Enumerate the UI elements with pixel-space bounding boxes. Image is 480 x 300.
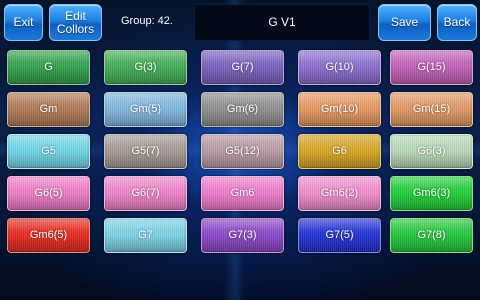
chord-button-label: G(3): [134, 61, 157, 73]
chord-button-label: G7(5): [325, 229, 354, 241]
chord-button[interactable]: Gm(5): [104, 92, 187, 127]
chord-button[interactable]: G6(7): [104, 176, 187, 211]
chord-button[interactable]: G: [7, 50, 90, 85]
chord-button-label: G6(3): [417, 145, 446, 157]
chord-button-label: G(7): [231, 61, 254, 73]
chord-button-label: G7: [138, 229, 153, 241]
chord-button[interactable]: G7(3): [201, 218, 284, 253]
chord-button[interactable]: G6(5): [7, 176, 90, 211]
chord-button-label: G(15): [417, 61, 446, 73]
chord-button-label: G: [44, 61, 53, 73]
chord-button-label: Gm6(3): [412, 187, 451, 199]
chord-button-label: G5: [41, 145, 56, 157]
chord-button[interactable]: Gm6(2): [298, 176, 381, 211]
chord-button[interactable]: G5(7): [104, 134, 187, 169]
chord-button-label: G6(7): [131, 187, 160, 199]
chord-button-grid: G G(3) G(7) G(10) G(15) Gm Gm(5) Gm(6) Gm(10) Gm(…: [0, 0, 480, 300]
chord-button-label: G7(8): [417, 229, 446, 241]
chord-button[interactable]: G7(5): [298, 218, 381, 253]
chord-button-label: G(10): [325, 61, 354, 73]
chord-button[interactable]: G(3): [104, 50, 187, 85]
chord-button[interactable]: Gm(15): [390, 92, 473, 127]
chord-button[interactable]: G7: [104, 218, 187, 253]
chord-button-label: G5(12): [225, 145, 260, 157]
chord-button[interactable]: Gm(10): [298, 92, 381, 127]
chord-button[interactable]: G(7): [201, 50, 284, 85]
chord-button-label: G6: [332, 145, 347, 157]
chord-button[interactable]: G(10): [298, 50, 381, 85]
chord-button-label: Gm(15): [412, 103, 451, 115]
chord-button[interactable]: Gm: [7, 92, 90, 127]
chord-button-label: Gm: [39, 103, 58, 115]
chord-button[interactable]: G5(12): [201, 134, 284, 169]
chord-button[interactable]: Gm6(5): [7, 218, 90, 253]
chord-button-label: Gm6: [230, 187, 255, 199]
chord-button-label: Gm(5): [129, 103, 162, 115]
chord-button-label: Gm6(2): [320, 187, 359, 199]
chord-button-label: G5(7): [131, 145, 160, 157]
chord-button[interactable]: Gm6(3): [390, 176, 473, 211]
chord-button[interactable]: Gm(6): [201, 92, 284, 127]
chord-button[interactable]: G6: [298, 134, 381, 169]
chord-button[interactable]: G7(8): [390, 218, 473, 253]
chord-button-label: Gm6(5): [29, 229, 68, 241]
chord-button-label: Gm(6): [226, 103, 259, 115]
chord-button[interactable]: G6(3): [390, 134, 473, 169]
chord-button-label: G6(5): [34, 187, 63, 199]
chord-button[interactable]: G(15): [390, 50, 473, 85]
chord-button-label: G7(3): [228, 229, 257, 241]
chord-button-label: Gm(10): [320, 103, 359, 115]
chord-button[interactable]: Gm6: [201, 176, 284, 211]
chord-button[interactable]: G5: [7, 134, 90, 169]
